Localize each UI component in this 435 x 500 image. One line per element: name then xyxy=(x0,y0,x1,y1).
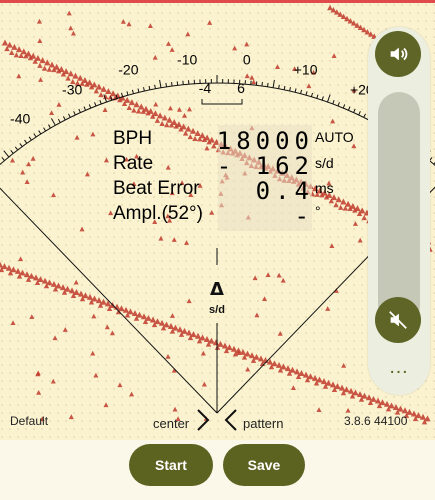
volume-panel: … xyxy=(368,27,430,395)
scale-tick xyxy=(261,82,263,87)
delta-unit: s/d xyxy=(209,304,225,316)
scale-tick-label: 0 xyxy=(243,51,251,67)
scale-tick-label: -10 xyxy=(177,51,197,67)
bph-value: 18000 xyxy=(216,127,314,155)
rate-unit: s/d xyxy=(315,155,334,171)
bph-label: BPH xyxy=(113,128,153,149)
center-label: center xyxy=(153,416,190,431)
scale-tick-label: -20 xyxy=(118,61,138,77)
start-button[interactable]: Start xyxy=(129,444,213,486)
speaker-icon xyxy=(390,47,408,61)
rate-value: - 162 xyxy=(216,152,314,180)
amplitude-label: Ampl.(52°) xyxy=(113,203,203,224)
pattern-label: pattern xyxy=(243,416,284,431)
scale-tick xyxy=(171,82,173,87)
save-button[interactable]: Save xyxy=(223,444,305,486)
rate-label: Rate xyxy=(113,153,154,174)
mini-scale-label: -4 xyxy=(199,80,212,96)
amplitude-unit: ° xyxy=(315,203,321,219)
bottom-bar xyxy=(0,440,435,500)
amplitude-value: - xyxy=(294,202,314,230)
scale-tick-label: -30 xyxy=(62,81,82,97)
delta-glyph: Δ xyxy=(210,279,224,300)
scale-tick-label: -40 xyxy=(10,111,30,127)
volume-slider[interactable] xyxy=(378,92,420,327)
mini-scale-label: 6 xyxy=(237,80,245,96)
beat-error-label: Beat Error xyxy=(113,178,200,199)
scale-tick-label: +10 xyxy=(294,61,318,77)
mute-icon xyxy=(389,311,407,329)
scale-tick xyxy=(165,82,168,87)
speaker-button[interactable] xyxy=(375,31,421,77)
version-label: 3.8.6 44100 xyxy=(344,414,408,428)
beat-error-value: 0.4 xyxy=(255,177,314,205)
beat-error-unit: ms xyxy=(315,180,334,196)
profile-label: Default xyxy=(10,414,49,428)
more-icon[interactable]: … xyxy=(368,357,430,385)
bph-mode: AUTO xyxy=(315,129,354,145)
scale-tick xyxy=(266,82,269,87)
mute-button[interactable] xyxy=(375,297,421,343)
